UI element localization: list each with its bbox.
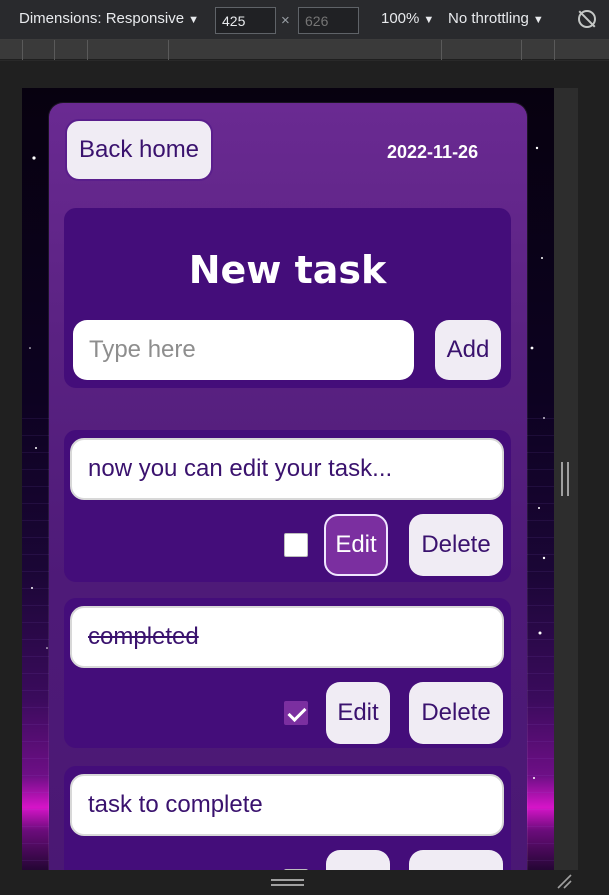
dimensions-label: Dimensions: Responsive bbox=[19, 10, 185, 27]
new-task-panel: New task Add bbox=[64, 208, 511, 388]
zoom-dropdown[interactable]: 100% ▼ bbox=[381, 10, 434, 27]
todo-card: Back home 2022-11-26 New task Add now yo… bbox=[49, 103, 527, 870]
ruler-tick bbox=[168, 40, 169, 60]
task-item: task to complete Edit Delete bbox=[64, 766, 511, 870]
delete-button[interactable]: Delete bbox=[409, 682, 503, 744]
date-label: 2022-11-26 bbox=[387, 142, 479, 162]
delete-button[interactable]: Delete bbox=[409, 850, 503, 870]
media-query-bar[interactable] bbox=[0, 40, 609, 60]
edit-button[interactable]: Edit bbox=[326, 850, 390, 870]
emulated-page: Back home 2022-11-26 New task Add now yo… bbox=[22, 88, 554, 870]
new-task-title: New task bbox=[188, 248, 387, 292]
zoom-label: 100% bbox=[381, 10, 420, 27]
throttling-label: No throttling bbox=[448, 10, 529, 27]
corner-resize-icon[interactable] bbox=[556, 873, 572, 889]
task-item: completed Edit Delete bbox=[64, 598, 511, 748]
add-button[interactable]: Add bbox=[435, 320, 501, 380]
task-complete-checkbox[interactable] bbox=[284, 533, 308, 557]
times-icon: × bbox=[281, 12, 290, 29]
dimensions-dropdown[interactable]: Dimensions: Responsive ▼ bbox=[19, 10, 199, 27]
throttling-dropdown[interactable]: No throttling ▼ bbox=[448, 10, 544, 27]
task-text-field[interactable]: completed bbox=[70, 606, 504, 668]
devtools-toolbar: Dimensions: Responsive▼ × 100%▼ No throt… bbox=[0, 0, 609, 40]
ruler-tick bbox=[554, 40, 555, 60]
width-input[interactable] bbox=[215, 7, 276, 34]
new-task-input[interactable] bbox=[73, 320, 414, 380]
ruler-tick bbox=[87, 40, 88, 60]
delete-button[interactable]: Delete bbox=[409, 514, 503, 576]
rotate-icon[interactable] bbox=[578, 10, 596, 28]
bottom-resize-handle-icon[interactable] bbox=[271, 879, 304, 887]
task-complete-checkbox[interactable] bbox=[284, 869, 308, 870]
edit-button[interactable]: Edit bbox=[324, 514, 388, 576]
back-home-button[interactable]: Back home bbox=[65, 119, 213, 181]
ruler-tick bbox=[521, 40, 522, 60]
ruler-tick bbox=[54, 40, 55, 60]
task-complete-checkbox[interactable] bbox=[284, 701, 308, 725]
task-text-field[interactable]: now you can edit your task... bbox=[70, 438, 504, 500]
task-item: now you can edit your task... Edit Delet… bbox=[64, 430, 511, 582]
ruler-tick bbox=[441, 40, 442, 60]
chevron-down-icon: ▼ bbox=[423, 14, 435, 26]
height-input[interactable] bbox=[298, 7, 359, 34]
chevron-down-icon: ▼ bbox=[532, 14, 544, 26]
ruler-tick bbox=[22, 40, 23, 60]
chevron-down-icon: ▼ bbox=[188, 14, 199, 26]
edit-button[interactable]: Edit bbox=[326, 682, 390, 744]
resize-handle-icon[interactable] bbox=[561, 462, 569, 496]
task-text-field[interactable]: task to complete bbox=[70, 774, 504, 836]
